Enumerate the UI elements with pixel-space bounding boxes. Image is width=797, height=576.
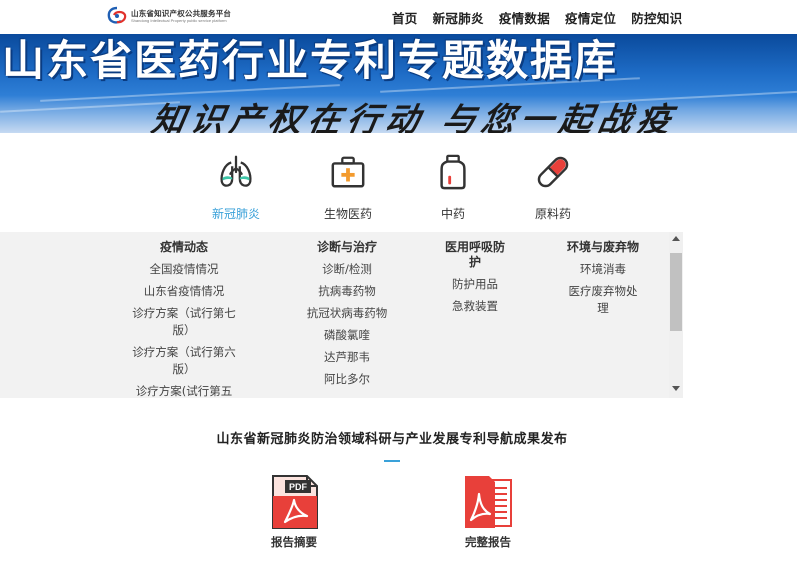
banner-slogan: 知识产权在行动 与您一起战疫 (148, 100, 681, 133)
doc-label: 报告摘要 (271, 535, 317, 549)
category-label: 生物医药 (323, 207, 372, 221)
nav-home[interactable]: 首页 (392, 8, 418, 27)
menu-item[interactable]: 阿比多尔 (305, 371, 389, 388)
category-label: 原料药 (534, 207, 571, 221)
column-heading: 疫情动态 (159, 240, 208, 254)
menu-item[interactable]: 山东省疫情情况 (126, 283, 242, 300)
category-label: 新冠肺炎 (211, 207, 260, 221)
category-biomedicine[interactable]: 生物医药 (303, 153, 393, 222)
main-nav: 首页 新冠肺炎 疫情数据 疫情定位 防控知识 (392, 8, 697, 27)
capsule-icon (537, 156, 569, 188)
logo-name: 山东省知识产权公共服务平台 (131, 8, 232, 18)
category-tcm[interactable]: 中药 (408, 153, 498, 222)
column-environment-waste: 环境与废弃物 环境消毒 医疗废弃物处理 (566, 240, 640, 322)
full-report-link[interactable]: 完整报告 (448, 474, 528, 550)
scroll-up-arrow-icon[interactable] (672, 236, 680, 241)
release-section-title: 山东省新冠肺炎防治领域科研与产业发展专利导航成果发布 (216, 432, 568, 447)
category-api[interactable]: 原料药 (508, 153, 598, 222)
site-logo[interactable]: 山东省知识产权公共服务平台 Shandong Intellectual Prop… (106, 6, 231, 26)
hero-banner: 山东省医药行业专利专题数据库 知识产权在行动 与您一起战疫 (0, 34, 797, 133)
category-covid[interactable]: 新冠肺炎 (191, 153, 281, 222)
menu-item[interactable]: 抗冠状病毒药物 (305, 305, 389, 322)
menu-item[interactable]: 诊疗方案(试行第五 (126, 383, 242, 398)
column-heading: 环境与废弃物 (566, 240, 639, 254)
logo-name-en: Shandong Intellectual Property public se… (131, 17, 227, 23)
medicine-bottle-icon (440, 154, 466, 190)
column-respiratory-protection: 医用呼吸防护 防护用品 急救装置 (441, 240, 509, 320)
menu-item[interactable]: 磷酸氯喹 (305, 327, 389, 344)
category-label: 中药 (440, 207, 465, 221)
column-diagnosis-treatment: 诊断与治疗 诊断/检测 抗病毒药物 抗冠状病毒药物 磷酸氯喹 达芦那韦 阿比多尔 (305, 240, 389, 393)
menu-item[interactable]: 达芦那韦 (305, 349, 389, 366)
banner-title: 山东省医药行业专利专题数据库 (2, 36, 619, 85)
menu-item[interactable]: 诊断/检测 (305, 261, 389, 278)
menu-item[interactable]: 诊疗方案（试行第七版） (126, 305, 242, 339)
menu-item[interactable]: 环境消毒 (566, 261, 640, 278)
doc-label: 完整报告 (465, 535, 511, 549)
report-summary-link[interactable]: PDF 报告摘要 (254, 474, 334, 550)
title-underline (384, 460, 400, 462)
acrobat-document-icon (465, 476, 512, 528)
category-dropdown-panel: 疫情动态 全国疫情情况 山东省疫情情况 诊疗方案（试行第七版） 诊疗方案（试行第… (0, 232, 683, 398)
menu-item[interactable]: 全国疫情情况 (126, 261, 242, 278)
menu-item[interactable]: 抗病毒药物 (305, 283, 389, 300)
panel-scrollbar[interactable] (669, 232, 683, 398)
column-epidemic-updates: 疫情动态 全国疫情情况 山东省疫情情况 诊疗方案（试行第七版） 诊疗方案（试行第… (126, 240, 242, 398)
medical-kit-icon (331, 156, 365, 188)
menu-item[interactable]: 防护用品 (441, 276, 509, 293)
category-tabs: 新冠肺炎 生物医药 中药 原料药 (0, 133, 797, 232)
site-header: 山东省知识产权公共服务平台 Shandong Intellectual Prop… (0, 0, 797, 34)
menu-item[interactable]: 急救装置 (441, 298, 509, 315)
scroll-down-arrow-icon[interactable] (672, 386, 680, 391)
pdf-badge: PDF (289, 482, 308, 492)
logo-swirl-icon (106, 6, 128, 26)
column-heading: 诊断与治疗 (316, 240, 377, 254)
nav-prevention-knowledge[interactable]: 防控知识 (631, 8, 682, 27)
nav-epidemic-data[interactable]: 疫情数据 (499, 8, 550, 27)
nav-covid[interactable]: 新冠肺炎 (433, 8, 484, 27)
pdf-file-icon: PDF (272, 475, 318, 529)
nav-epidemic-location[interactable]: 疫情定位 (565, 8, 616, 27)
menu-item[interactable]: 医疗废弃物处理 (566, 283, 640, 317)
lungs-icon (220, 155, 252, 187)
column-heading: 医用呼吸防护 (444, 240, 505, 269)
menu-item[interactable]: 诊疗方案（试行第六版） (126, 344, 242, 378)
scroll-thumb[interactable] (670, 253, 682, 331)
